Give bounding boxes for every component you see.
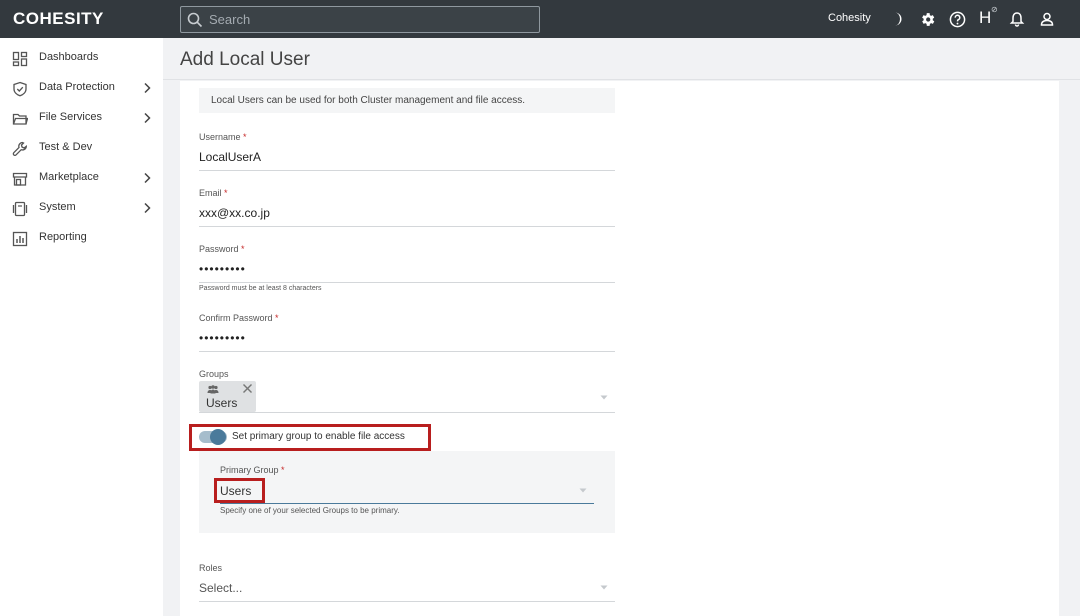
primary-group-label: Primary Group * [220,465,285,475]
confirm-password-underline [199,351,615,352]
info-text: Local Users can be used for both Cluster… [211,95,526,106]
group-chip-label: Users [206,396,238,410]
toggle-label: Set primary group to enable file access [232,431,405,442]
sidebar-item-label: Dashboards [39,51,99,63]
page-title: Add Local User [180,49,310,70]
sidebar-item-reporting[interactable]: Reporting [0,226,163,252]
required-marker: * [281,465,285,475]
help-icon[interactable] [948,10,966,28]
store-icon [12,172,28,186]
email-field[interactable]: xxx@xx.co.jp [199,206,599,220]
group-chip[interactable]: Users [199,381,256,412]
confirm-password-field[interactable]: ••••••••• [199,331,599,345]
search-input[interactable] [209,10,529,29]
username-field[interactable]: LocalUserA [199,150,599,164]
groups-label: Groups [199,369,229,379]
primary-group-hint: Specify one of your selected Groups to b… [220,506,400,515]
sidebar-item-dashboards[interactable]: Dashboards [0,46,163,72]
chevron-right-icon [144,82,151,94]
sidebar-item-data-protection[interactable]: Data Protection [0,76,163,102]
groups-underline [199,412,615,413]
username-label-text: Username [199,132,241,142]
required-marker: * [224,188,228,198]
sidebar: Dashboards Data Protection File Services… [0,38,163,616]
username-label: Username * [199,132,247,142]
sidebar-item-label: Data Protection [39,81,115,93]
required-marker: * [275,313,279,323]
roles-select[interactable]: Select... [199,581,242,595]
required-marker: * [241,244,245,254]
email-underline [199,226,615,227]
primary-group-label-text: Primary Group [220,465,279,475]
sidebar-item-marketplace[interactable]: Marketplace [0,166,163,192]
password-field[interactable]: ••••••••• [199,262,599,276]
required-marker: * [243,132,247,142]
gear-icon[interactable] [918,10,936,28]
bell-icon[interactable] [1008,10,1026,28]
folder-icon [12,113,28,125]
primary-group-underline [220,503,594,504]
sidebar-item-label: File Services [39,111,102,123]
sidebar-item-label: Reporting [39,231,87,243]
search-box[interactable] [180,6,540,33]
roles-label: Roles [199,563,223,573]
roles-underline [199,601,615,602]
user-icon[interactable] [1038,10,1056,28]
sidebar-item-system[interactable]: System [0,196,163,222]
group-icon [207,385,219,394]
dashboard-icon [12,51,28,67]
info-banner: Local Users can be used for both Cluster… [199,88,615,113]
sidebar-item-test-dev[interactable]: Test & Dev [0,136,163,162]
sidebar-item-file-services[interactable]: File Services [0,106,163,132]
confirm-password-label-text: Confirm Password [199,313,273,323]
password-underline [199,282,615,283]
chevron-down-icon[interactable] [600,395,608,400]
primary-group-select[interactable]: Users [220,484,251,498]
username-underline [199,170,615,171]
sidebar-item-label: Marketplace [39,171,99,183]
confirm-password-label: Confirm Password * [199,313,279,323]
chevron-right-icon [144,172,151,184]
chevron-right-icon [144,202,151,214]
top-bar: COHESITY Cohesity H ⊘ [0,0,1080,38]
close-icon[interactable] [242,383,253,394]
password-label-text: Password [199,244,239,254]
helios-icon[interactable]: H ⊘ [979,5,998,28]
wrench-icon [12,141,28,156]
moon-icon[interactable] [888,10,906,28]
page-header: Add Local User [163,38,1080,80]
search-icon [187,12,203,28]
system-icon [12,201,28,217]
cohesity-logo[interactable]: COHESITY [13,9,104,29]
cluster-name[interactable]: Cohesity [828,12,871,24]
email-label-text: Email [199,188,222,198]
shield-icon [13,81,27,97]
sidebar-item-label: Test & Dev [39,141,93,153]
chevron-down-icon[interactable] [579,488,587,493]
helios-letter: H [979,8,992,27]
chevron-right-icon [144,112,151,124]
password-label: Password * [199,244,245,254]
email-label: Email * [199,188,228,198]
sidebar-item-label: System [39,201,76,213]
chevron-down-icon[interactable] [600,585,608,590]
toggle-knob[interactable] [210,429,226,445]
helios-disconnected-icon: ⊘ [991,5,998,14]
chart-icon [12,231,28,247]
password-hint: Password must be at least 8 characters [199,285,322,292]
